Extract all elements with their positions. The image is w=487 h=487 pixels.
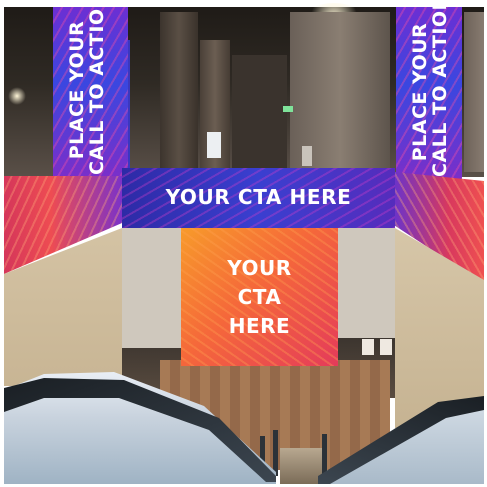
ceiling-light [8,87,26,105]
cta-center-line-3: HERE [228,313,291,338]
exit-sign [283,106,293,112]
cta-center-banner: YOUR CTA HERE [181,228,338,366]
wall-frame [362,339,374,355]
cta-center-line-1: YOUR [227,255,292,280]
cta-top-text: YOUR CTA HERE [165,185,352,209]
vertical-banner-left: PLACE YOUR CALL TO ACTION [53,7,128,177]
cta-center-text: YOUR CTA HERE [227,254,291,341]
vertical-banner-left-text: PLACE YOUR CALL TO ACTION [66,7,108,175]
pillar [464,12,484,172]
lit-doorway [207,132,221,158]
vertical-banner-left-line-1: PLACE YOUR [66,20,88,160]
wall-frame [380,339,392,355]
escalator-hall-scene: PLACE YOUR CALL TO ACTION PLACE YOUR CAL… [0,0,487,487]
vertical-banner-right-line-2: CALL TO ACTION [429,7,451,177]
vertical-banner-right-line-1: PLACE YOUR [409,22,431,162]
vertical-banner-right: PLACE YOUR CALL TO ACTION [396,7,462,179]
cta-top-banner: YOUR CTA HERE [122,168,395,228]
escalator-steps [280,448,322,484]
vertical-banner-right-text: PLACE YOUR CALL TO ACTION [409,7,451,177]
wall-panel [302,146,312,166]
escalator-post [273,430,278,476]
center-wall-right [338,228,395,338]
cta-center-line-2: CTA [237,284,282,309]
vertical-banner-left-line-2: CALL TO ACTION [86,7,108,175]
pillar [160,12,198,170]
pillar [232,55,287,170]
center-wall-left [122,228,182,348]
